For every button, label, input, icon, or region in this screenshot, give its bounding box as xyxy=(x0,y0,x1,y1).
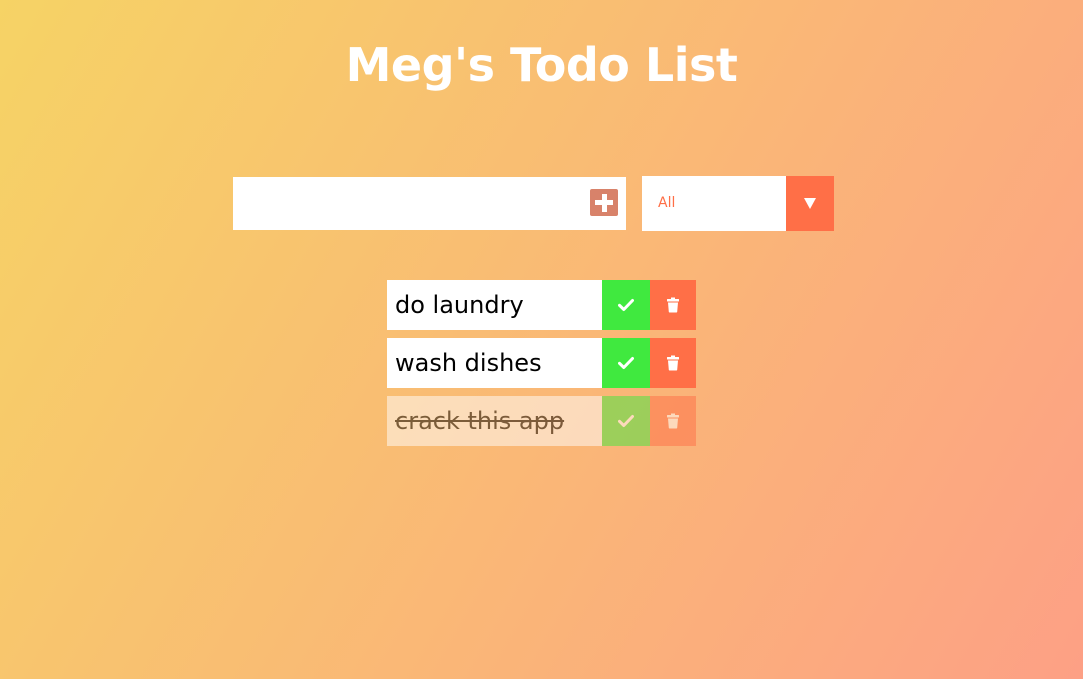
delete-button[interactable] xyxy=(650,280,696,330)
todo-text: crack this app xyxy=(387,396,602,446)
todo-form xyxy=(233,177,626,230)
caret-down-icon xyxy=(804,198,816,209)
complete-button[interactable] xyxy=(602,338,650,388)
check-icon xyxy=(618,357,634,369)
todo-text: wash dishes xyxy=(387,338,602,388)
check-icon xyxy=(618,415,634,427)
delete-button[interactable] xyxy=(650,338,696,388)
filter-select[interactable]: All xyxy=(642,176,834,231)
page-title: Meg's Todo List xyxy=(345,38,738,92)
filter-dropdown-arrow[interactable] xyxy=(786,176,834,231)
todo-item: do laundry xyxy=(387,280,696,330)
filter-selected-value: All xyxy=(658,195,676,211)
todo-input[interactable] xyxy=(233,177,583,230)
trash-icon xyxy=(667,413,679,429)
todo-item-completed: crack this app xyxy=(387,396,696,446)
check-icon xyxy=(618,299,634,311)
complete-button[interactable] xyxy=(602,280,650,330)
todo-item: wash dishes xyxy=(387,338,696,388)
delete-button[interactable] xyxy=(650,396,696,446)
complete-button[interactable] xyxy=(602,396,650,446)
trash-icon xyxy=(667,355,679,371)
add-todo-button[interactable] xyxy=(590,189,618,216)
trash-icon xyxy=(667,297,679,313)
todo-text: do laundry xyxy=(387,280,602,330)
